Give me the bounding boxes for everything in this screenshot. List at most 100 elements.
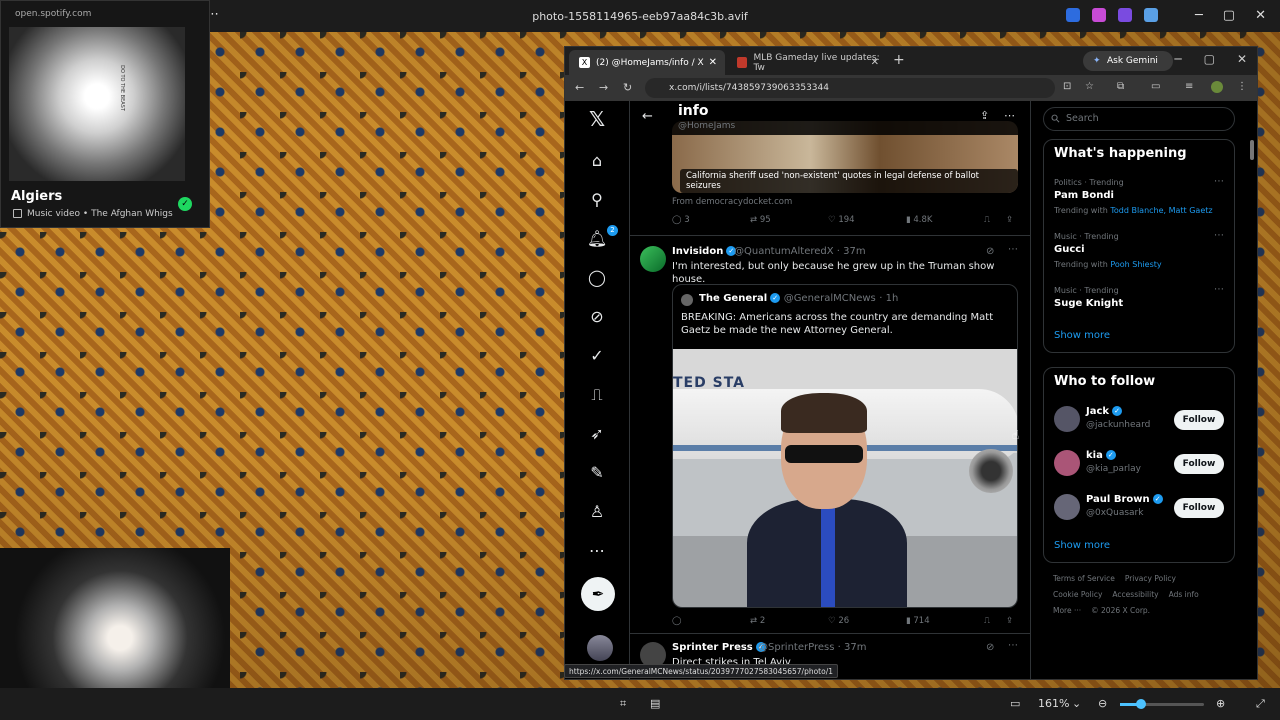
zoom-slider[interactable] (1120, 699, 1204, 709)
jobs-icon[interactable]: ➶ (585, 422, 609, 446)
tab-mlb[interactable]: MLB Gameday live updates: Tw ✕ (727, 50, 887, 75)
footer-link[interactable]: Accessibility (1112, 590, 1158, 599)
like-icon[interactable]: ♡ 194 (828, 215, 855, 225)
trend-with-links[interactable]: Pooh Shiesty (1110, 260, 1161, 269)
footer-link[interactable]: Cookie Policy (1053, 590, 1102, 599)
follow-button[interactable]: Follow (1174, 410, 1224, 430)
forward-icon[interactable]: → (599, 81, 608, 94)
follow-button[interactable]: Follow (1174, 454, 1224, 474)
follow-handle[interactable]: @kia_parlay (1086, 464, 1141, 474)
link-source[interactable]: From democracydocket.com (672, 197, 792, 207)
bookmark-star-icon[interactable]: ☆ (1085, 81, 1094, 92)
trend-name[interactable]: Suge Knight (1054, 298, 1123, 309)
x-logo-icon[interactable]: 𝕏 (585, 107, 609, 131)
ask-gemini-button[interactable]: Ask Gemini (1083, 51, 1173, 71)
more-icon[interactable]: ⋯ (1214, 230, 1224, 241)
search-input[interactable]: Search (1043, 107, 1235, 131)
notifications-icon[interactable]: 🔔︎ 2 (585, 225, 618, 251)
views-icon[interactable]: ▮ 4.8K (906, 215, 932, 225)
messages-icon[interactable]: ◯ (585, 266, 609, 290)
avatar[interactable] (1054, 406, 1080, 432)
close-tab-icon[interactable]: ✕ (709, 57, 717, 68)
reload-icon[interactable]: ↻ (623, 81, 632, 94)
trend-name[interactable]: Gucci (1054, 244, 1085, 255)
reply-icon[interactable]: ◯ 3 (672, 215, 690, 225)
footer-link[interactable]: Ads info (1169, 590, 1199, 599)
extensions-icon[interactable]: ⧉ (1117, 81, 1124, 92)
bookmark-icon[interactable]: ⎍ (984, 215, 990, 225)
zoom-out-icon[interactable]: ⊖ (1098, 697, 1107, 710)
profile-icon[interactable]: ♙ (585, 500, 609, 524)
filmstrip-icon[interactable]: ▤ (650, 697, 660, 710)
more-icon[interactable]: ⋯ (1004, 109, 1015, 122)
show-more-link[interactable]: Show more (1054, 330, 1110, 341)
verified-icon[interactable]: ✓ (585, 344, 609, 368)
account-avatar[interactable] (587, 635, 613, 661)
tweet-time[interactable]: · 37m (837, 246, 866, 257)
like-icon[interactable]: ♡ 26 (828, 616, 849, 626)
quoted-tweet[interactable]: The General ✓ @GeneralMCNews · 1h BREAKIN… (672, 284, 1018, 608)
artist-name[interactable]: The Afghan Whigs (91, 209, 173, 219)
follow-handle[interactable]: @jackunheard (1086, 420, 1150, 430)
saved-check-icon[interactable]: ✓ (178, 197, 192, 211)
fullscreen-icon[interactable]: ⤢ (1256, 697, 1265, 711)
scrollbar-thumb[interactable] (1250, 140, 1254, 160)
new-tab-icon[interactable]: + (893, 52, 905, 68)
compose-list-icon[interactable]: ✎ (585, 461, 609, 485)
views-icon[interactable]: ▮ 714 (906, 616, 930, 626)
more-icon[interactable]: ⋯ (585, 539, 609, 563)
footer-link[interactable]: Terms of Service (1053, 574, 1115, 583)
app-icon[interactable] (1092, 8, 1106, 22)
trend-name[interactable]: Pam Bondi (1054, 190, 1114, 201)
tweet-time[interactable]: · 37m (838, 642, 867, 653)
chevron-down-icon[interactable]: ⌄ (1072, 697, 1081, 710)
app-icon[interactable] (1144, 8, 1158, 22)
fit-icon[interactable]: ▭ (1010, 697, 1020, 710)
author-handle[interactable]: @SprinterPress (758, 642, 834, 653)
bookmark-icon[interactable]: ⎍ (984, 616, 990, 626)
grok-icon[interactable]: ⊘ (986, 246, 994, 257)
author-handle[interactable]: @QuantumAlteredX (734, 246, 834, 257)
maximize-icon[interactable]: ▢ (1204, 52, 1215, 66)
back-arrow-icon[interactable]: ← (642, 109, 653, 124)
app-icon[interactable] (1066, 8, 1080, 22)
install-icon[interactable]: ⊡ (1063, 81, 1071, 92)
maximize-icon[interactable]: ▢ (1223, 8, 1235, 23)
spotify-miniplayer[interactable]: open.spotify.com DO TO THE BEAST Algiers… (0, 0, 210, 228)
zoom-in-icon[interactable]: ⊕ (1216, 697, 1225, 710)
close-tab-icon[interactable]: ✕ (871, 57, 879, 68)
share-icon[interactable]: ⇪ (1006, 215, 1013, 225)
close-icon[interactable]: ✕ (1237, 52, 1247, 66)
post-button[interactable]: ✒ (581, 577, 615, 611)
more-icon[interactable]: ⋯ (1214, 176, 1224, 187)
follow-name[interactable]: kia ✓ (1086, 450, 1116, 461)
slider-thumb[interactable] (1136, 699, 1146, 709)
list-owner-handle[interactable]: @HomeJams (678, 121, 735, 131)
profile-avatar[interactable] (1211, 81, 1223, 93)
song-title[interactable]: Algiers (11, 189, 62, 204)
bookmarks-icon[interactable]: ⎍ (585, 383, 609, 407)
url-input[interactable]: x.com/i/lists/743859739063353344 (645, 78, 1055, 98)
back-icon[interactable]: ← (575, 81, 584, 94)
menu-icon[interactable]: ⋮ (1237, 81, 1247, 92)
explore-icon[interactable]: ⚲ (585, 188, 609, 212)
crop-icon[interactable]: ⌗ (620, 697, 626, 711)
tweet-author[interactable]: Sprinter Press ✓ (672, 642, 766, 653)
tweet-author[interactable]: Invisidon ✓ (672, 246, 737, 257)
avatar[interactable] (640, 246, 666, 272)
more-icon[interactable]: ⋯ (1008, 640, 1018, 651)
media-icon[interactable]: ≡ (1185, 81, 1193, 92)
more-icon[interactable]: ⋯ (1008, 244, 1018, 255)
repost-icon[interactable]: ⇄ 95 (750, 215, 771, 225)
avatar[interactable] (1054, 450, 1080, 476)
grok-icon[interactable]: ⊘ (986, 642, 994, 653)
avatar[interactable] (1054, 494, 1080, 520)
share-icon[interactable]: ⇪ (980, 109, 989, 122)
trend-with-links[interactable]: Todd Blanche, Matt Gaetz (1110, 206, 1212, 215)
tab-x-list[interactable]: X (2) @HomeJams/info / X ✕ (569, 50, 725, 75)
more-icon[interactable]: ⋯ (1214, 284, 1224, 295)
repost-icon[interactable]: ⇄ 2 (750, 616, 765, 626)
footer-link[interactable]: Privacy Policy (1125, 574, 1176, 583)
follow-button[interactable]: Follow (1174, 498, 1224, 518)
follow-name[interactable]: Jack ✓ (1086, 406, 1123, 417)
